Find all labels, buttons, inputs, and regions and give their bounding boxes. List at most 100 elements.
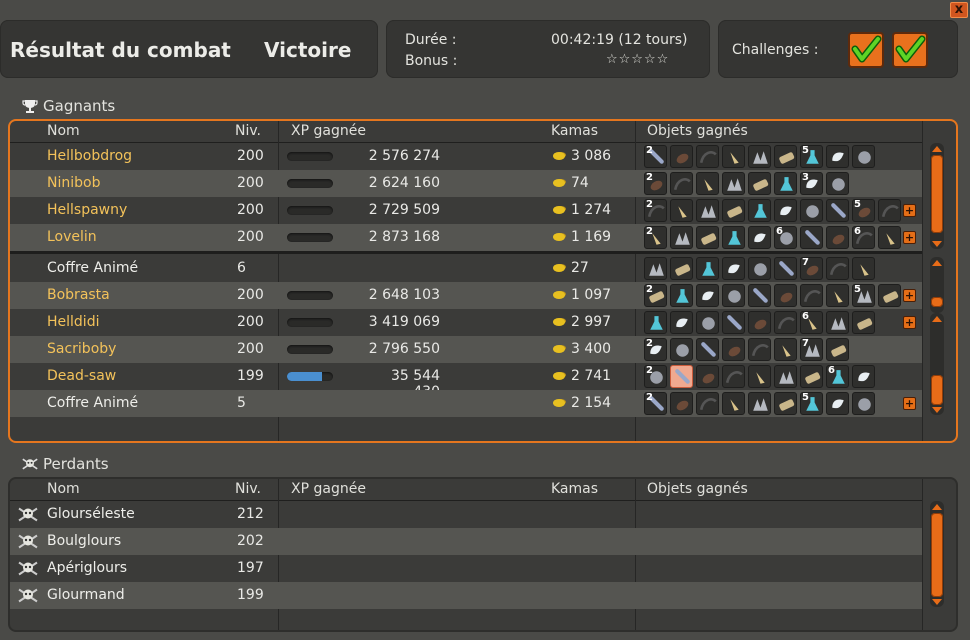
- item-icon[interactable]: [852, 365, 875, 388]
- item-icon[interactable]: [722, 365, 745, 388]
- item-icon[interactable]: [826, 392, 849, 415]
- item-icon[interactable]: [696, 145, 719, 168]
- item-icon[interactable]: [644, 311, 667, 334]
- item-icon[interactable]: [800, 365, 823, 388]
- item-icon[interactable]: [670, 199, 693, 222]
- item-icon[interactable]: [696, 199, 719, 222]
- item-icon[interactable]: [696, 311, 719, 334]
- item-icon[interactable]: [748, 226, 771, 249]
- item-icon[interactable]: [696, 284, 719, 307]
- challenge-2-success-icon[interactable]: [892, 32, 928, 68]
- item-icon[interactable]: [774, 172, 797, 195]
- item-icon[interactable]: [878, 199, 901, 222]
- item-icon[interactable]: [800, 284, 823, 307]
- scroll-thumb[interactable]: [931, 513, 943, 597]
- item-icon[interactable]: [852, 145, 875, 168]
- item-icon[interactable]: 7: [800, 338, 823, 361]
- challenge-1-success-icon[interactable]: [848, 32, 884, 68]
- item-icon[interactable]: [722, 392, 745, 415]
- item-icon[interactable]: [826, 145, 849, 168]
- item-icon[interactable]: [748, 172, 771, 195]
- loser-row[interactable]: Apériglours 197: [10, 555, 922, 582]
- item-icon[interactable]: [670, 145, 693, 168]
- item-icon[interactable]: [670, 257, 693, 280]
- item-icon[interactable]: [852, 257, 875, 280]
- item-icon[interactable]: 2: [644, 284, 667, 307]
- more-items-button[interactable]: +: [903, 316, 916, 329]
- item-icon[interactable]: [722, 199, 745, 222]
- item-icon[interactable]: [826, 338, 849, 361]
- item-icon[interactable]: [670, 365, 693, 388]
- winner-row[interactable]: Hellspawny 200 2 729 509 1 274 2 5 +: [10, 197, 922, 224]
- close-button[interactable]: x: [950, 2, 968, 18]
- item-icon[interactable]: [800, 226, 823, 249]
- loser-row[interactable]: Glourmand 199: [10, 582, 922, 609]
- more-items-button[interactable]: +: [903, 231, 916, 244]
- item-icon[interactable]: [670, 311, 693, 334]
- item-icon[interactable]: 2: [644, 145, 667, 168]
- more-items-button[interactable]: +: [903, 397, 916, 410]
- item-icon[interactable]: [722, 284, 745, 307]
- winner-row[interactable]: Ninibob 200 2 624 160 74 2 3: [10, 170, 922, 197]
- item-icon[interactable]: [748, 311, 771, 334]
- item-icon[interactable]: [696, 338, 719, 361]
- winner-row[interactable]: Lovelin 200 2 873 168 1 169 2 6 6 +: [10, 224, 922, 251]
- winners-scrollbar-1[interactable]: [930, 143, 944, 249]
- item-icon[interactable]: [670, 338, 693, 361]
- item-icon[interactable]: 2: [644, 365, 667, 388]
- item-icon[interactable]: 3: [800, 172, 823, 195]
- item-icon[interactable]: [670, 392, 693, 415]
- item-icon[interactable]: [722, 172, 745, 195]
- more-items-button[interactable]: +: [903, 204, 916, 217]
- item-icon[interactable]: [826, 257, 849, 280]
- item-icon[interactable]: [722, 311, 745, 334]
- item-icon[interactable]: [748, 338, 771, 361]
- item-icon[interactable]: 6: [800, 311, 823, 334]
- item-icon[interactable]: [670, 172, 693, 195]
- item-icon[interactable]: [670, 226, 693, 249]
- item-icon[interactable]: 5: [852, 199, 875, 222]
- item-icon[interactable]: [852, 392, 875, 415]
- item-icon[interactable]: 5: [800, 392, 823, 415]
- item-icon[interactable]: 2: [644, 226, 667, 249]
- item-icon[interactable]: [826, 311, 849, 334]
- item-icon[interactable]: [696, 257, 719, 280]
- item-icon[interactable]: [722, 145, 745, 168]
- winner-row[interactable]: Coffre Animé 6 27 7: [10, 255, 922, 282]
- item-icon[interactable]: [696, 365, 719, 388]
- item-icon[interactable]: 6: [774, 226, 797, 249]
- item-icon[interactable]: 5: [800, 145, 823, 168]
- winner-row[interactable]: Helldidi 200 3 419 069 2 997 6 +: [10, 309, 922, 336]
- item-icon[interactable]: 7: [800, 257, 823, 280]
- item-icon[interactable]: [748, 145, 771, 168]
- item-icon[interactable]: [826, 284, 849, 307]
- winner-row[interactable]: Hellbobdrog 200 2 576 274 3 086 2 5: [10, 143, 922, 170]
- item-icon[interactable]: 6: [852, 226, 875, 249]
- item-icon[interactable]: [774, 199, 797, 222]
- item-icon[interactable]: [722, 338, 745, 361]
- item-icon[interactable]: 2: [644, 338, 667, 361]
- item-icon[interactable]: 5: [852, 284, 875, 307]
- item-icon[interactable]: 2: [644, 392, 667, 415]
- item-icon[interactable]: [774, 392, 797, 415]
- item-icon[interactable]: [696, 172, 719, 195]
- item-icon[interactable]: [670, 284, 693, 307]
- winner-row[interactable]: Bobrasta 200 2 648 103 1 097 2 5 +: [10, 282, 922, 309]
- scroll-thumb[interactable]: [931, 155, 943, 233]
- item-icon[interactable]: [878, 284, 901, 307]
- loser-row[interactable]: Boulglours 202: [10, 528, 922, 555]
- item-icon[interactable]: [878, 226, 901, 249]
- item-icon[interactable]: [774, 365, 797, 388]
- item-icon[interactable]: 2: [644, 199, 667, 222]
- item-icon[interactable]: 6: [826, 365, 849, 388]
- item-icon[interactable]: [826, 199, 849, 222]
- item-icon[interactable]: [722, 226, 745, 249]
- winner-row[interactable]: Coffre Animé 5 2 154 2 5 +: [10, 390, 922, 417]
- item-icon[interactable]: [774, 338, 797, 361]
- item-icon[interactable]: [826, 226, 849, 249]
- item-icon[interactable]: [826, 172, 849, 195]
- item-icon[interactable]: [748, 284, 771, 307]
- item-icon[interactable]: [696, 226, 719, 249]
- scroll-thumb[interactable]: [931, 375, 943, 405]
- winner-row[interactable]: Sacriboby 200 2 796 550 3 400 2 7: [10, 336, 922, 363]
